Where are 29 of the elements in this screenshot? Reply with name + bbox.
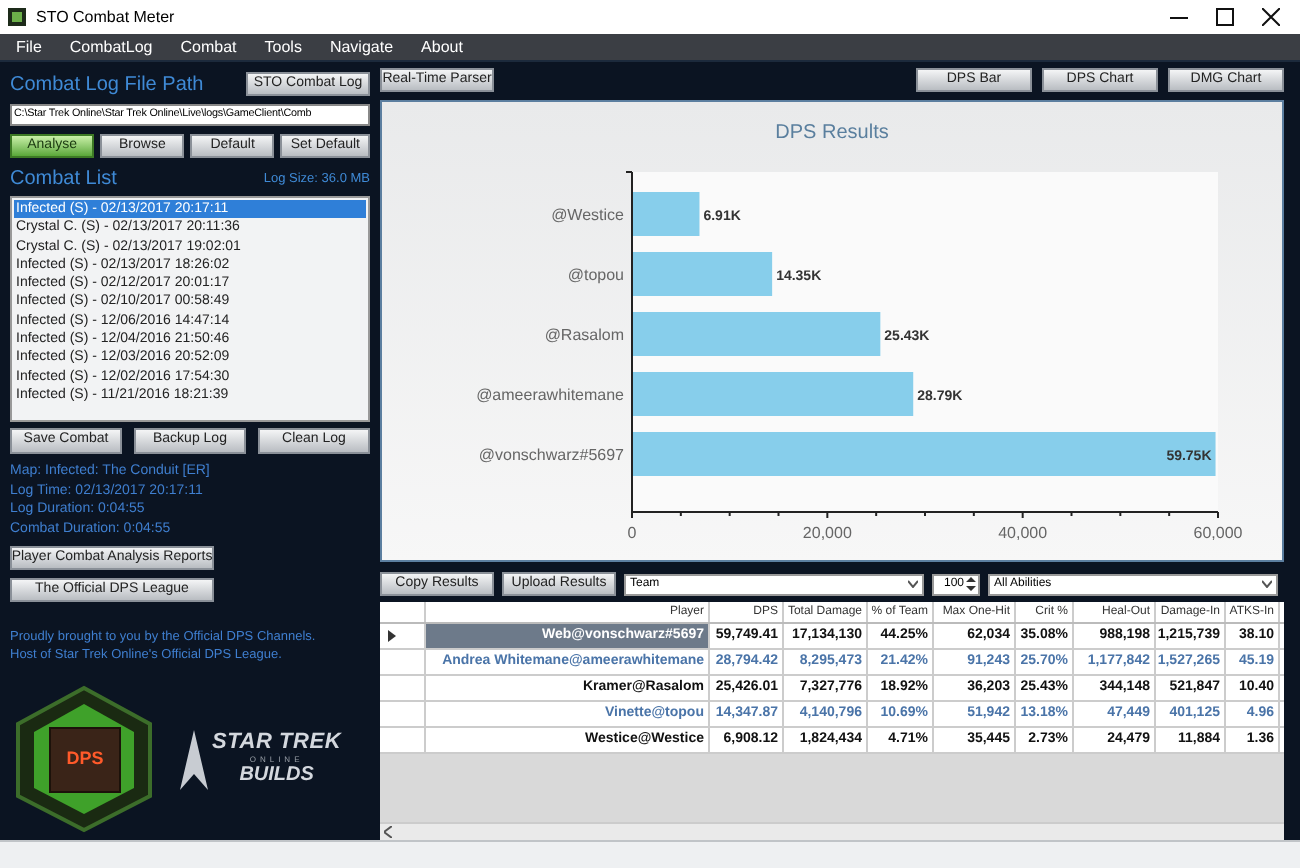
- axis-label: @Rasalom: [544, 326, 624, 344]
- horizontal-scrollbar[interactable]: [380, 822, 1284, 840]
- menu-item[interactable]: Combat: [180, 35, 237, 59]
- window-title: STO Combat Meter: [36, 5, 175, 29]
- chart-title: DPS Results: [775, 122, 889, 144]
- bar: [632, 192, 700, 236]
- menu-item[interactable]: Tools: [264, 35, 302, 59]
- app-icon: [8, 8, 26, 26]
- maximize-icon[interactable]: [1216, 8, 1234, 26]
- tick-label: 0: [627, 524, 637, 542]
- menu-item[interactable]: Navigate: [329, 35, 394, 59]
- tick-label: 60,000: [1193, 524, 1243, 542]
- menu-item[interactable]: About: [421, 35, 463, 59]
- menu-item[interactable]: File: [16, 35, 42, 59]
- section-label: Combat List: [10, 166, 117, 194]
- section-label: Combat Log File Path: [10, 71, 204, 99]
- bar: [632, 252, 773, 296]
- scroll-left-icon[interactable]: [384, 826, 392, 838]
- axis-label: @vonschwarz#5697: [478, 446, 624, 464]
- axis-label: @topou: [567, 266, 624, 284]
- spinner-arrows-icon: [966, 576, 976, 592]
- close-icon[interactable]: [1262, 8, 1280, 26]
- tick-label: 40,000: [998, 524, 1048, 542]
- menu-item[interactable]: CombatLog: [69, 35, 153, 59]
- tick-label: 20,000: [802, 524, 852, 542]
- chevron-down-icon: [908, 580, 918, 588]
- axis-label: @ameerawhitemane: [476, 386, 624, 404]
- axis-label: @Westice: [551, 206, 624, 224]
- chevron-down-icon: [1262, 580, 1272, 588]
